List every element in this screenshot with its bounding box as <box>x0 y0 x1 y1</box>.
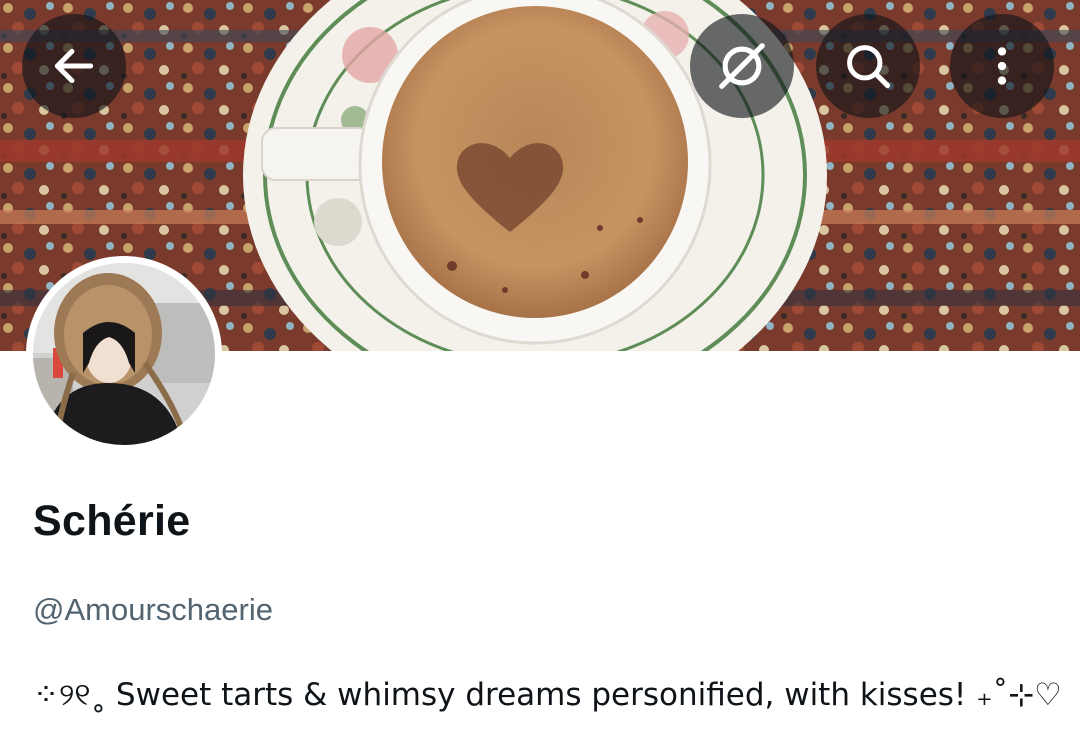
user-handle: @Amourschaerie <box>33 592 273 627</box>
profile-avatar[interactable] <box>26 256 222 452</box>
grok-button[interactable] <box>690 14 794 118</box>
arrow-left-icon <box>54 48 94 84</box>
grok-icon <box>719 43 765 89</box>
display-name: Schérie <box>33 497 191 545</box>
avatar-image <box>33 263 215 445</box>
profile-bio: ⁘୨୧˳ Sweet tarts & whimsy dreams personi… <box>33 677 1062 713</box>
more-vertical-icon <box>997 47 1007 85</box>
back-button[interactable] <box>22 14 126 118</box>
search-button[interactable] <box>816 14 920 118</box>
more-options-button[interactable] <box>950 14 1054 118</box>
search-icon <box>847 45 891 89</box>
